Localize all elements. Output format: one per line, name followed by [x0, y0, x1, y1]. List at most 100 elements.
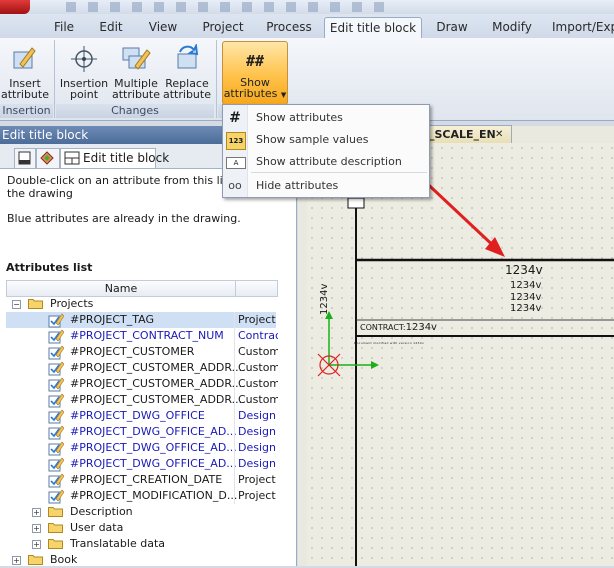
drawing-tab-label: _SCALE_EN — [429, 128, 496, 141]
table-row[interactable]: #PROJECT_CUSTOMER_ADDR...Custome — [6, 392, 278, 408]
table-row[interactable]: #PROJECT_DWG_OFFICE_AD...Design c — [6, 424, 278, 440]
close-icon[interactable]: ✕ — [495, 126, 503, 144]
document-icon — [18, 151, 31, 165]
attribute-value: Custome — [238, 393, 278, 406]
attribute-value: Design c — [238, 441, 278, 454]
panel-tab-label: Edit title block — [83, 151, 170, 165]
insert-attribute-button[interactable]: Insert attribute — [0, 44, 50, 100]
drawing-canvas[interactable]: 1234v 1234v 1234v 1234v 1234v CONTRACT:1… — [307, 143, 614, 566]
contract-value: 1234v — [405, 322, 437, 333]
attribute-value: Contrac — [238, 329, 278, 342]
tab-modify[interactable]: Modify — [486, 17, 538, 37]
show-attributes-menu: # Show attributes 123 Show sample values A Sh… — [222, 104, 430, 198]
column-divider — [234, 328, 235, 344]
tab-import-export[interactable]: Import/Exp — [552, 17, 614, 37]
title-block-icon — [64, 151, 80, 165]
expand-icon[interactable]: + — [32, 508, 41, 517]
table-row[interactable]: #PROJECT_CONTRACT_NUM Contrac — [6, 328, 278, 344]
multiple-attribute-button[interactable]: Multiple attribute — [110, 44, 162, 100]
insertion-point-button[interactable]: Insertion point — [58, 44, 110, 100]
attribute-name: #PROJECT_MODIFICATION_D... — [70, 489, 238, 502]
panel-tab-edit-title-block[interactable]: Edit title block — [60, 148, 169, 168]
attribute-name: #PROJECT_CREATION_DATE — [70, 473, 223, 486]
blue-attributes-note: Blue attributes are already in the drawi… — [7, 212, 241, 225]
panel-tab-colors[interactable] — [36, 148, 60, 168]
folder-icon — [48, 523, 63, 533]
multiple-attribute-label: Multiple attribute — [112, 77, 160, 101]
group-label-insertion: Insertion — [0, 104, 53, 118]
attribute-name: #PROJECT_CUSTOMER_ADDR... — [70, 393, 243, 406]
column-divider — [234, 440, 235, 456]
tab-view[interactable]: View — [140, 17, 186, 37]
group-separator — [54, 40, 55, 118]
hash-icon: # — [229, 110, 241, 126]
insertion-point-icon — [71, 46, 97, 72]
folder-icon — [48, 539, 63, 549]
attribute-edit-icon — [48, 409, 64, 424]
attribute-name: #PROJECT_DWG_OFFICE_AD... — [70, 441, 237, 454]
replace-attribute-button[interactable]: Replace attribute — [162, 44, 212, 100]
group-separator — [216, 40, 217, 118]
menu-separator — [251, 172, 427, 173]
menu-item-show-attribute-description[interactable]: A Show attribute description — [223, 151, 429, 173]
menu-item-show-attributes[interactable]: # Show attributes — [223, 107, 429, 129]
description-icon: A — [226, 157, 246, 169]
expand-icon[interactable]: + — [12, 556, 21, 565]
column-divider — [234, 392, 235, 408]
column-divider — [234, 312, 235, 328]
insertion-handle[interactable] — [347, 197, 365, 209]
table-row[interactable]: #PROJECT_DWG_OFFICE_AD...Design c — [6, 440, 278, 456]
attribute-value: Custome — [238, 345, 278, 358]
show-attributes-button[interactable]: ## Show attributes ▼ — [222, 41, 288, 105]
replace-attribute-label: Replace attribute — [163, 77, 211, 101]
table-row[interactable]: #PROJECT_DWG_OFFICE Design c — [6, 408, 278, 424]
table-row[interactable]: #PROJECT_CREATION_DATE Project — [6, 472, 276, 488]
expand-icon[interactable]: + — [32, 524, 41, 533]
tab-edit-title-block[interactable]: Edit title block — [324, 17, 422, 38]
attribute-name: #PROJECT_CUSTOMER — [70, 345, 195, 358]
tree-folder-item[interactable]: + Description — [6, 504, 276, 520]
drawing-tab[interactable]: _SCALE_EN ✕ — [426, 125, 512, 144]
folder-icon — [28, 299, 43, 309]
tree-folder-label: Translatable data — [70, 537, 165, 550]
group-label-changes: Changes — [56, 104, 214, 118]
tree-folder-item[interactable]: + User data — [6, 520, 276, 536]
table-row[interactable]: #PROJECT_CUSTOMER_ADDR...Custome — [6, 360, 278, 376]
column-divider — [234, 376, 235, 392]
collapse-icon[interactable]: − — [12, 300, 21, 309]
menu-item-show-sample-values[interactable]: 123 Show sample values — [223, 129, 429, 151]
expand-icon[interactable]: + — [32, 540, 41, 549]
attribute-value: Custome — [238, 361, 278, 374]
qat-icons — [66, 2, 396, 12]
sample-value-1: 1234v — [510, 280, 542, 291]
table-row[interactable]: #PROJECT_DWG_OFFICE_AD...Design c — [6, 456, 278, 472]
tree-folder-item[interactable]: + Translatable data — [6, 536, 276, 552]
tab-edit[interactable]: Edit — [90, 17, 132, 37]
attribute-edit-icon — [48, 441, 64, 456]
table-row[interactable]: #PROJECT_MODIFICATION_D... Project — [6, 488, 276, 504]
attribute-name: #PROJECT_DWG_OFFICE_AD... — [70, 457, 237, 470]
contract-label: CONTRACT: — [360, 323, 406, 332]
tab-draw[interactable]: Draw — [430, 17, 474, 37]
tab-file[interactable]: File — [44, 17, 84, 37]
app-logo-icon[interactable] — [0, 0, 30, 14]
table-row[interactable]: #PROJECT_CUSTOMER_ADDR...Custome — [6, 376, 278, 392]
menu-item-hide-attributes[interactable]: oo Hide attributes — [223, 175, 429, 197]
sample-value-3: 1234v — [510, 303, 542, 314]
fine-print-text: Document modified with version 1234v — [354, 341, 425, 345]
attribute-value: Project — [238, 489, 276, 502]
table-row[interactable]: #PROJECT_CUSTOMER Custome — [6, 344, 278, 360]
attribute-name: #PROJECT_TAG — [70, 313, 154, 326]
attributes-table-header: Name — [6, 280, 278, 297]
panel-tab-doc[interactable] — [14, 148, 36, 168]
attribute-value: Custome — [238, 377, 278, 390]
attribute-edit-icon — [48, 489, 64, 504]
tree-folder-item[interactable]: − Projects — [6, 296, 276, 312]
table-row[interactable]: #PROJECT_TAG Project — [6, 312, 276, 328]
column-divider — [234, 408, 235, 424]
tab-process[interactable]: Process — [262, 17, 316, 37]
folder-icon — [48, 507, 63, 517]
multiple-attribute-icon — [122, 47, 151, 70]
tab-project[interactable]: Project — [196, 17, 250, 37]
column-header-name[interactable]: Name — [7, 281, 236, 296]
